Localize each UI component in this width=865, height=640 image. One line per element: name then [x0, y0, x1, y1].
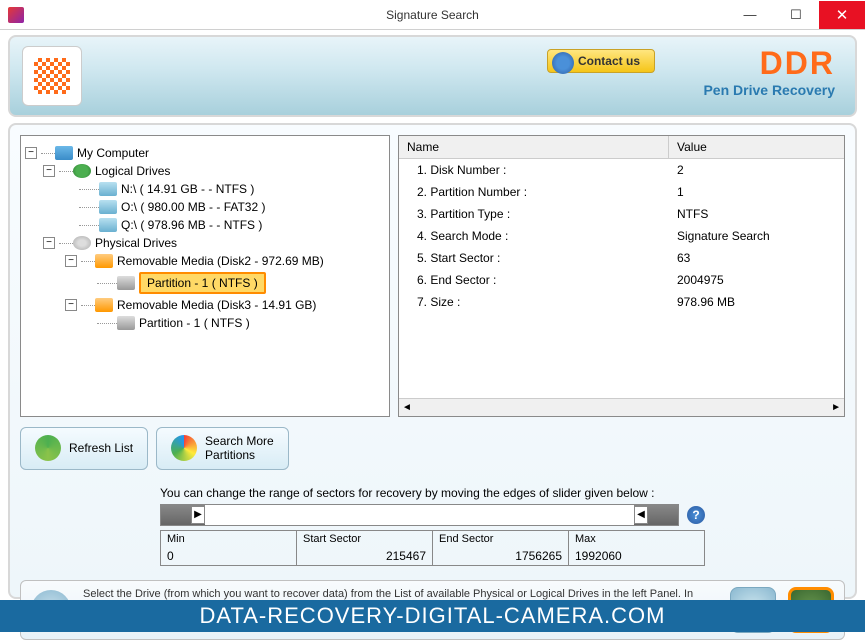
partition-icon: [117, 316, 135, 330]
drive-icon: [99, 182, 117, 196]
detail-row: 1. Disk Number :2: [399, 159, 844, 181]
contact-us-button[interactable]: Contact us: [547, 49, 655, 73]
tree-drive-q[interactable]: Q:\ ( 978.96 MB - - NTFS ): [121, 218, 262, 232]
tree-logical-drives[interactable]: Logical Drives: [95, 164, 170, 178]
tree-drive-n[interactable]: N:\ ( 14.91 GB - - NTFS ): [121, 182, 254, 196]
collapse-icon[interactable]: −: [43, 237, 55, 249]
collapse-icon[interactable]: −: [43, 165, 55, 177]
detail-row: 2. Partition Number :1: [399, 181, 844, 203]
maximize-button[interactable]: ☐: [773, 1, 819, 29]
drive-icon: [99, 200, 117, 214]
logo-icon: [34, 58, 70, 94]
media-icon: [95, 254, 113, 268]
detail-row: 6. End Sector :2004975: [399, 269, 844, 291]
sector-min: Min0: [160, 530, 296, 566]
disk-icon: [73, 236, 91, 250]
collapse-icon[interactable]: −: [65, 299, 77, 311]
detail-row: 3. Partition Type :NTFS: [399, 203, 844, 225]
scroll-left-icon[interactable]: ◄: [402, 402, 412, 413]
titlebar: Signature Search — ☐ ✕: [0, 0, 865, 30]
media-icon: [95, 298, 113, 312]
pie-chart-icon: [171, 435, 197, 461]
computer-icon: [55, 146, 73, 160]
brand: DDR Pen Drive Recovery: [703, 45, 835, 98]
detail-row: 5. Start Sector :63: [399, 247, 844, 269]
details-panel: Name Value 1. Disk Number :2 2. Partitio…: [398, 135, 845, 417]
drive-icon: [99, 218, 117, 232]
end-sector-field[interactable]: End Sector1756265: [432, 530, 568, 566]
tree-partition-selected[interactable]: Partition - 1 ( NTFS ): [139, 272, 266, 294]
drive-tree[interactable]: − My Computer − Logical Drives N:\ ( 14.91…: [20, 135, 390, 417]
detail-row: 7. Size :978.96 MB: [399, 291, 844, 313]
start-sector-field[interactable]: Start Sector215467: [296, 530, 432, 566]
sector-max: Max1992060: [568, 530, 705, 566]
scroll-right-icon[interactable]: ►: [831, 402, 841, 413]
globe-icon: [73, 164, 91, 178]
minimize-button[interactable]: —: [727, 1, 773, 29]
column-value[interactable]: Value: [669, 136, 844, 158]
tree-media-1[interactable]: Removable Media (Disk2 - 972.69 MB): [117, 254, 324, 268]
details-header: Name Value: [399, 136, 844, 159]
slider-arrow-right-icon: ▶: [191, 506, 205, 524]
watermark: DATA-RECOVERY-DIGITAL-CAMERA.COM: [0, 600, 865, 632]
main-content: − My Computer − Logical Drives N:\ ( 14.91…: [8, 123, 857, 599]
app-icon: [8, 7, 24, 23]
brand-subtitle: Pen Drive Recovery: [703, 82, 835, 98]
tree-media-2[interactable]: Removable Media (Disk3 - 14.91 GB): [117, 298, 316, 312]
app-header: Contact us DDR Pen Drive Recovery: [8, 35, 857, 117]
slider-handle-right[interactable]: ◀: [634, 505, 678, 525]
tree-root[interactable]: My Computer: [77, 146, 149, 160]
window-title: Signature Search: [386, 8, 479, 22]
refresh-icon: [35, 435, 61, 461]
collapse-icon[interactable]: −: [65, 255, 77, 267]
sector-hint: You can change the range of sectors for …: [160, 486, 705, 500]
close-button[interactable]: ✕: [819, 1, 865, 29]
detail-row: 4. Search Mode :Signature Search: [399, 225, 844, 247]
logo: [22, 46, 82, 106]
horizontal-scrollbar[interactable]: ◄►: [399, 398, 844, 416]
tree-partition-2[interactable]: Partition - 1 ( NTFS ): [139, 316, 250, 330]
column-name[interactable]: Name: [399, 136, 669, 158]
tree-physical-drives[interactable]: Physical Drives: [95, 236, 177, 250]
sector-range-section: You can change the range of sectors for …: [20, 486, 845, 566]
partition-icon: [117, 276, 135, 290]
search-more-partitions-button[interactable]: Search More Partitions: [156, 427, 289, 470]
help-icon[interactable]: ?: [687, 506, 705, 524]
brand-name: DDR: [703, 45, 835, 82]
slider-track[interactable]: [205, 505, 634, 525]
slider-handle-left[interactable]: ▶: [161, 505, 205, 525]
sector-slider[interactable]: ▶ ◀: [160, 504, 679, 526]
tree-drive-o[interactable]: O:\ ( 980.00 MB - - FAT32 ): [121, 200, 266, 214]
slider-arrow-left-icon: ◀: [634, 506, 648, 524]
refresh-list-button[interactable]: Refresh List: [20, 427, 148, 470]
collapse-icon[interactable]: −: [25, 147, 37, 159]
